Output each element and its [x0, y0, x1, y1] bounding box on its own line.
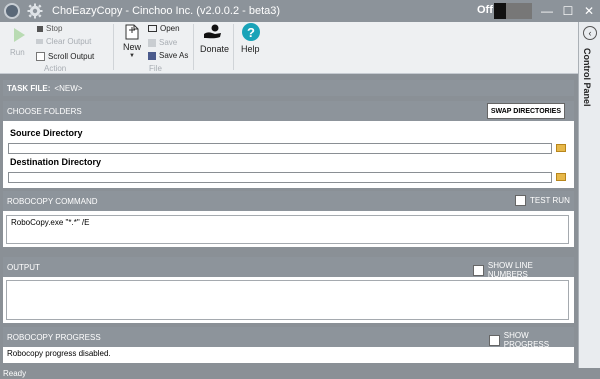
test-run-checkbox[interactable]: TEST RUN: [515, 195, 570, 206]
ribbon-separator: [233, 24, 234, 70]
destination-directory-input[interactable]: [8, 172, 552, 183]
save-as-button[interactable]: Save As: [148, 51, 188, 60]
new-document-icon: [125, 24, 139, 40]
toggle-label: Off: [477, 4, 493, 16]
new-label: New: [123, 42, 142, 52]
choose-folders-title: CHOOSE FOLDERS: [7, 106, 82, 116]
robocopy-progress-header: ROBOCOPY PROGRESS SHOW PROGRESS: [3, 327, 574, 349]
source-directory-label: Source Directory: [10, 128, 83, 138]
stop-icon: [37, 25, 43, 32]
source-directory-input[interactable]: [8, 143, 552, 154]
robocopy-command-header: ROBOCOPY COMMAND TEST RUN: [3, 191, 574, 211]
donate-label: Donate: [200, 44, 230, 54]
output-panel: [3, 277, 574, 323]
task-file-label: TASK FILE:: [7, 83, 51, 93]
on-off-toggle[interactable]: [494, 3, 532, 19]
minimize-button[interactable]: —: [536, 0, 558, 22]
folder-open-icon: [148, 25, 157, 32]
save-label: Save: [159, 38, 178, 47]
action-group-label: Action: [44, 64, 67, 73]
close-button[interactable]: ✕: [578, 0, 600, 22]
run-button[interactable]: Run: [9, 27, 29, 61]
test-run-label: TEST RUN: [530, 196, 570, 205]
swap-directories-button[interactable]: SWAP DIRECTORIES: [486, 103, 565, 119]
help-button[interactable]: ? Help: [240, 23, 262, 57]
main-content: TASK FILE: <NEW> CHOOSE FOLDERS SWAP DIR…: [0, 75, 578, 367]
task-file-value: <NEW>: [54, 83, 83, 93]
control-panel-label: Control Panel: [582, 48, 592, 107]
file-group-label: File: [149, 64, 162, 73]
checkbox-box: [489, 334, 500, 346]
clear-output-button[interactable]: Clear Output: [36, 37, 91, 46]
control-panel-sidebar[interactable]: ‹ Control Panel: [578, 22, 600, 368]
save-button[interactable]: Save: [148, 38, 177, 47]
status-text: Ready: [3, 369, 27, 378]
help-icon: ?: [242, 23, 260, 41]
robocopy-progress-title: ROBOCOPY PROGRESS: [7, 332, 101, 342]
ribbon-separator: [113, 24, 114, 70]
new-button[interactable]: New ▼: [121, 24, 143, 64]
gear-icon[interactable]: [26, 2, 44, 20]
app-logo-icon: [4, 3, 20, 19]
checkbox-box: [473, 264, 484, 276]
toggle-knob: [494, 3, 506, 19]
checkbox-box: [36, 52, 45, 61]
scroll-output-checkbox[interactable]: Scroll Output: [36, 52, 94, 61]
ribbon-separator: [193, 24, 194, 70]
robocopy-progress-panel: Robocopy progress disabled.: [3, 347, 574, 363]
help-label: Help: [241, 44, 260, 54]
window-title: ChoEazyCopy - Cinchoo Inc. (v2.0.0.2 - b…: [52, 5, 281, 17]
progress-status-text: Robocopy progress disabled.: [7, 349, 111, 358]
stop-label: Stop: [46, 24, 63, 33]
output-textbox[interactable]: [6, 280, 569, 320]
destination-browse-folder-icon[interactable]: [556, 173, 566, 181]
source-browse-folder-icon[interactable]: [556, 144, 566, 152]
output-title: OUTPUT: [7, 262, 40, 272]
checkbox-box: [515, 195, 526, 206]
maximize-button[interactable]: ☐: [557, 0, 579, 22]
choose-folders-header: CHOOSE FOLDERS SWAP DIRECTORIES: [3, 101, 574, 121]
clear-output-label: Clear Output: [46, 37, 92, 46]
donate-hand-icon: [204, 24, 221, 39]
robocopy-command-panel: RoboCopy.exe "*.*" /E: [3, 211, 574, 247]
task-file-header: TASK FILE: <NEW>: [3, 80, 574, 96]
stop-button[interactable]: Stop: [37, 24, 62, 33]
destination-directory-label: Destination Directory: [10, 157, 102, 167]
choose-folders-panel: Source Directory Destination Directory: [3, 121, 574, 188]
save-icon: [148, 38, 156, 47]
title-bar: ChoEazyCopy - Cinchoo Inc. (v2.0.0.2 - b…: [0, 0, 600, 22]
play-icon: [14, 28, 25, 42]
ribbon-toolbar: Run Stop Clear Output Scroll Output Acti…: [0, 22, 578, 74]
save-as-label: Save As: [159, 51, 189, 60]
scroll-output-label: Scroll Output: [48, 52, 95, 61]
eraser-icon: [36, 39, 43, 44]
collapse-arrow-icon[interactable]: ‹: [583, 26, 597, 40]
donate-button[interactable]: Donate: [198, 24, 230, 58]
output-header: OUTPUT SHOW LINE NUMBERS: [3, 257, 574, 279]
robocopy-command-textbox[interactable]: RoboCopy.exe "*.*" /E: [6, 215, 569, 244]
save-as-icon: [148, 51, 156, 60]
chevron-down-icon: ▼: [129, 53, 135, 59]
open-label: Open: [160, 24, 180, 33]
open-button[interactable]: Open: [148, 24, 180, 33]
status-bar: Ready: [0, 368, 600, 379]
run-label: Run: [10, 48, 25, 57]
robocopy-command-title: ROBOCOPY COMMAND: [7, 196, 98, 206]
